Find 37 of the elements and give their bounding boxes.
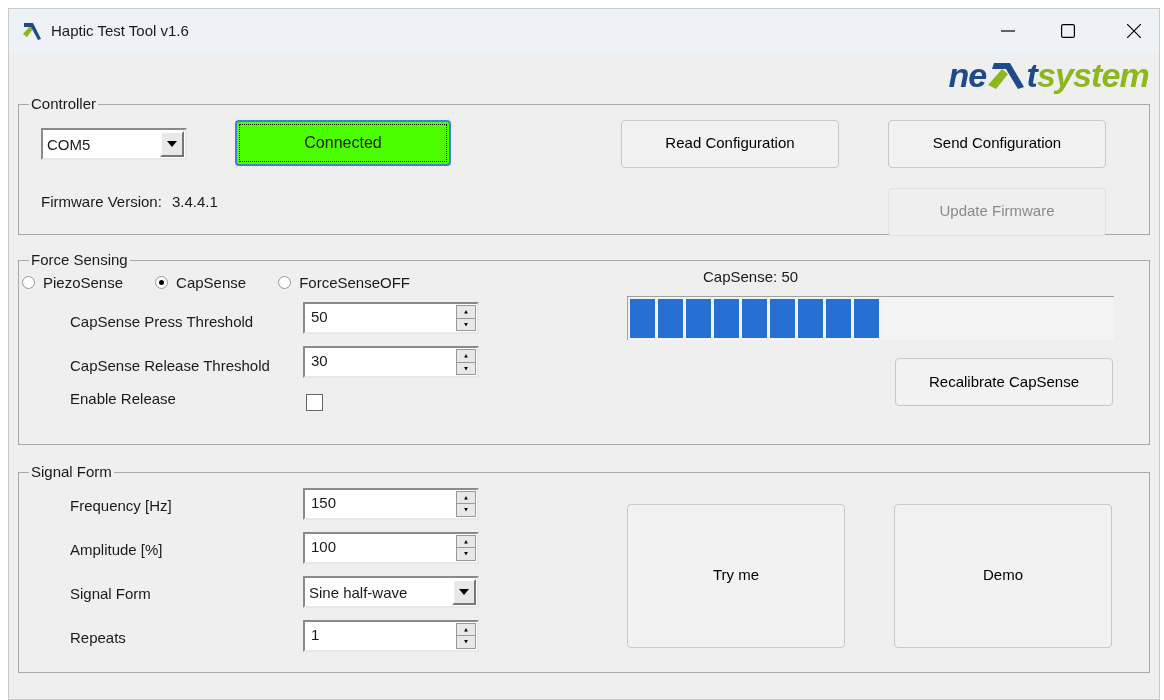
app-icon <box>21 20 43 42</box>
field-label: Enable Release <box>70 389 177 410</box>
caret-icon <box>459 588 469 595</box>
group-title: Force Sensing <box>30 250 129 270</box>
spin-field[interactable]: 150 <box>303 487 479 520</box>
button[interactable]: Send Configuration <box>888 119 1106 168</box>
caret-icon <box>167 140 177 147</box>
spin-field[interactable]: 50 <box>303 302 479 334</box>
window-title: Haptic Test Tool v1.6 <box>51 20 189 41</box>
group-title: Signal Form <box>30 462 113 482</box>
group-title: Controller <box>30 94 98 114</box>
maximize-icon[interactable] <box>1061 24 1075 38</box>
button[interactable]: Demo <box>894 503 1112 648</box>
radio-button[interactable]: ForceSenseOFF <box>278 271 410 294</box>
button[interactable]: Try me <box>627 503 845 648</box>
spin-field[interactable]: 100 <box>303 531 479 564</box>
checkbox[interactable] <box>306 394 323 411</box>
button[interactable]: Recalibrate CapSense <box>895 358 1113 406</box>
field-label: CapSense Press Threshold <box>70 311 255 332</box>
button[interactable]: Read Configuration <box>621 119 839 168</box>
dropdown[interactable]: Sine half-wave <box>303 575 479 608</box>
dropdown[interactable]: COM5 <box>41 127 187 160</box>
field-label: Amplitude [%] <box>70 540 164 561</box>
field-label: Repeats <box>70 628 127 649</box>
field-label: Frequency [Hz] <box>70 496 173 517</box>
radio-button[interactable]: PiezoSense <box>22 271 124 294</box>
spin-field[interactable]: 1 <box>303 619 479 652</box>
field-label: Signal Form <box>70 584 152 605</box>
connect-button[interactable]: Connected <box>235 119 451 166</box>
firmware-version: 3.4.4.1 <box>171 191 218 212</box>
spin-field[interactable]: 30 <box>303 346 479 378</box>
close-icon[interactable] <box>1127 24 1141 38</box>
radio-button[interactable]: CapSense <box>155 271 247 294</box>
field-label: CapSense Release Threshold <box>70 355 271 376</box>
firmware-label: Firmware Version: <box>41 191 162 212</box>
logo: ne tsystem <box>948 57 1149 93</box>
meter-reading: CapSense: 50 <box>703 266 799 287</box>
